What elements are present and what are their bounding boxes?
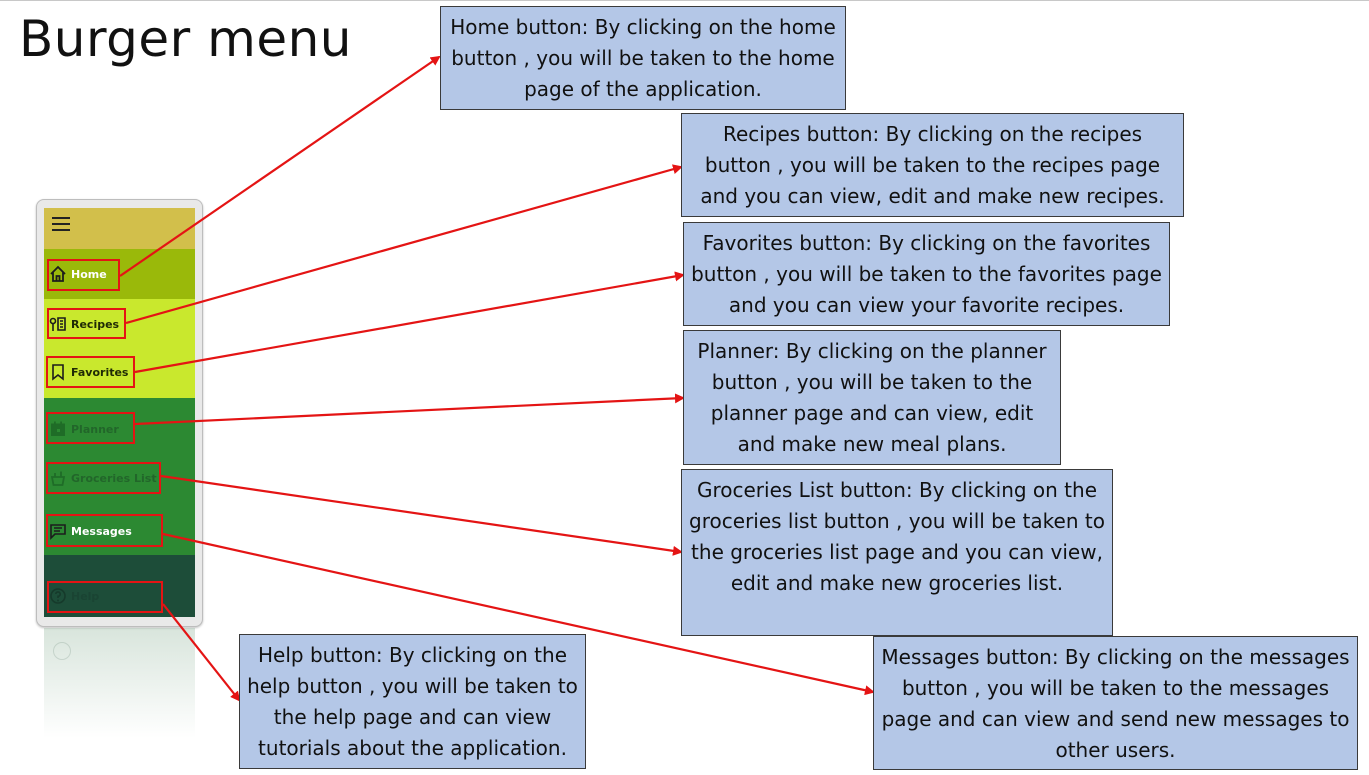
callout-groceries-list: Groceries List button: By clicking on th…: [681, 469, 1113, 636]
highlight-help: [47, 581, 163, 613]
highlight-groceries-list: [46, 462, 161, 494]
highlight-favorites: [46, 356, 135, 388]
highlight-recipes: [47, 308, 126, 339]
phone-reflection: [44, 628, 195, 738]
top-divider: [0, 0, 1369, 1]
menu-header: [44, 208, 195, 249]
callout-messages: Messages button: By clicking on the mess…: [873, 636, 1358, 770]
reflected-help-icon: [53, 642, 71, 660]
callout-favorites: Favorites button: By clicking on the fav…: [683, 222, 1170, 326]
hamburger-icon[interactable]: [52, 217, 70, 231]
arrow-planner: [134, 393, 685, 426]
callout-home: Home button: By clicking on the home but…: [440, 6, 846, 110]
callout-recipes: Recipes button: By clicking on the recip…: [681, 113, 1184, 217]
callout-help: Help button: By clicking on the help but…: [239, 634, 586, 769]
highlight-home: [47, 259, 120, 291]
callout-planner: Planner: By clicking on the planner butt…: [683, 330, 1061, 465]
highlight-planner: [46, 412, 135, 444]
page-title: Burger menu: [19, 10, 352, 68]
arrow-recipes: [125, 164, 683, 325]
arrow-groceries-list: [160, 474, 683, 556]
highlight-messages: [46, 514, 163, 547]
arrow-favorites: [134, 271, 685, 374]
